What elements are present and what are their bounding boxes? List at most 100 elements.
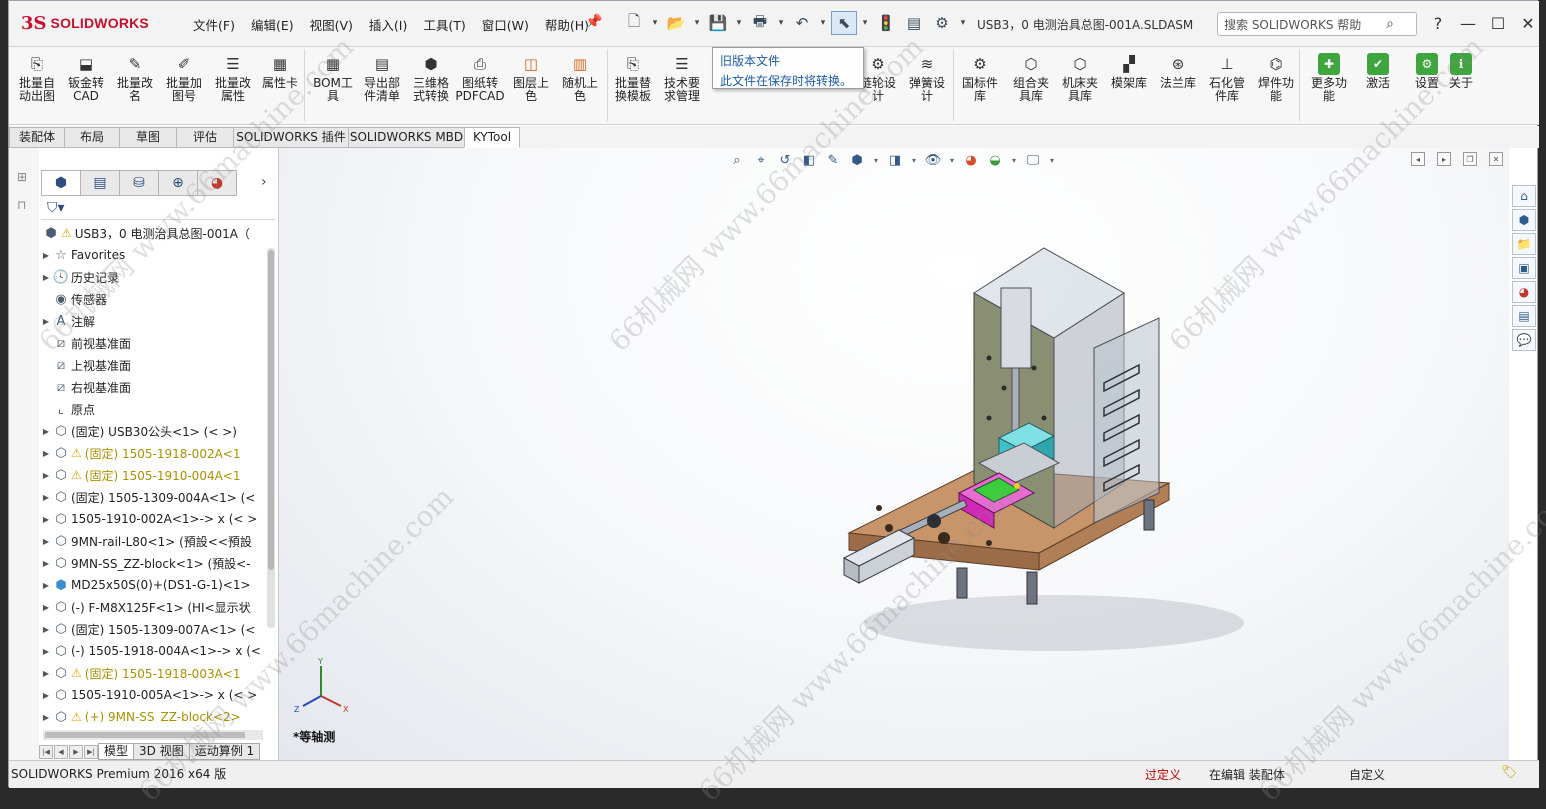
tree-node[interactable]: ▶ ⬡ 1505-1910-005A<1>-> x (< > (41, 684, 273, 706)
chevron-down-icon[interactable]: ▾ (649, 11, 661, 35)
tree-node[interactable]: ▶ ⬡ 1505-1910-002A<1>-> x (< > (41, 508, 273, 530)
expand-arrow-icon[interactable]: ▶ (41, 493, 51, 502)
ribbon-button[interactable]: ⌬ 焊件功 能 (1252, 53, 1300, 103)
ribbon-button[interactable]: ▤ 导出部 件清单 (358, 53, 406, 103)
expand-arrow-icon[interactable]: ▶ (41, 515, 51, 524)
tab-motion-study[interactable]: 运动算例 1 (188, 743, 261, 760)
ribbon-button[interactable]: ▦ BOM工 具 (309, 53, 357, 103)
command-tab[interactable]: 评估 (176, 127, 234, 148)
menu-item[interactable]: 窗口(W) (474, 15, 537, 34)
help-button[interactable]: ? (1423, 11, 1453, 35)
design-library-icon[interactable]: ⬢ (1512, 209, 1536, 231)
apply-scene-icon[interactable]: ◒ (985, 150, 1005, 170)
print-icon[interactable]: 🖶 (747, 11, 773, 35)
tree-node[interactable]: ▶ ⬡ (-) 1505-1918-004A<1>-> x (< (41, 640, 273, 662)
over-defined-status[interactable]: 过定义 (1145, 766, 1181, 783)
chevron-down-icon[interactable]: ▾ (733, 11, 745, 35)
menu-item[interactable]: 工具(T) (415, 15, 473, 34)
ribbon-button[interactable]: ⚙ 国标件 库 (956, 53, 1004, 103)
chevron-down-icon[interactable]: ▾ (871, 150, 881, 170)
expand-arrow-icon[interactable]: ▶ (41, 691, 51, 700)
collapsed-panel-icon[interactable]: ⊓ (17, 198, 26, 212)
tree-horizontal-scrollbar[interactable] (43, 730, 263, 740)
expand-arrow-icon[interactable]: ▶ (41, 471, 51, 480)
tree-node[interactable]: ▶ ⬡ 9MN-rail-L80<1> (預設<<預設 (41, 530, 273, 552)
tree-vertical-scrollbar[interactable] (267, 248, 275, 628)
ribbon-button[interactable]: ⬓ 钣金转 CAD (62, 53, 110, 103)
ribbon-button[interactable]: ☰ 批量改 属性 (209, 53, 257, 103)
save-icon[interactable]: 💾 (705, 11, 731, 35)
ribbon-button[interactable]: ⊥ 石化管 件库 (1203, 53, 1251, 103)
display-style-icon[interactable]: ◨ (885, 150, 905, 170)
command-tab[interactable]: 装配体 (9, 127, 65, 148)
expand-arrow-icon[interactable]: ▶ (41, 273, 51, 282)
tag-icon[interactable]: 🏷 (1501, 765, 1518, 780)
ribbon-button[interactable]: ⎙ 图纸转 PDFCAD (455, 53, 504, 103)
ribbon-button[interactable]: ☰ 技术要 求管理 (658, 53, 706, 103)
tree-root-assembly[interactable]: ⬢ ⚠ USB3，0 电测治具总图-001A（ (41, 222, 273, 244)
expand-arrow-icon[interactable]: ▶ (41, 317, 51, 326)
ribbon-button[interactable]: ✐ 批量加 图号 (160, 53, 208, 103)
ribbon-button[interactable]: ⎘ 批量替 换模板 (609, 53, 657, 103)
graphics-area[interactable]: ⌕ ⌖ ↺ ◧ ✎ ⬢ ▾ ◨ ▾ 👁 ▾ ◕ ◒ ▾ 🖵 ▾ ◂ ▸ ❐ ✕ (279, 148, 1509, 760)
first-tab-icon[interactable]: |◀ (39, 744, 53, 759)
tab-3d-view[interactable]: 3D 视图 (133, 743, 190, 760)
ribbon-button[interactable]: ≋ 弹簧设 计 (903, 53, 951, 103)
expand-arrow-icon[interactable]: ▶ (41, 647, 51, 656)
tree-node[interactable]: ▶ ☆ Favorites (41, 244, 273, 266)
expand-arrow-icon[interactable]: ▶ (41, 669, 51, 678)
collapsed-panel-icon[interactable]: ⊞ (17, 170, 27, 184)
chevron-down-icon[interactable]: ▾ (1009, 150, 1019, 170)
home-icon[interactable]: ⌂ (1512, 185, 1536, 207)
tree-node[interactable]: ▶ ⬡ ⚠ (+) 9MN-SS_ZZ-block<2> (41, 706, 273, 723)
tree-node[interactable]: ▶ ⬡ (固定) 1505-1309-004A<1> (< (41, 486, 273, 508)
menu-item[interactable]: 文件(F) (185, 15, 243, 34)
close-icon[interactable]: ✕ (1513, 11, 1543, 35)
tree-node[interactable]: ▶ ⬡ (-) F-M8X125F<1> (HI<显示状 (41, 596, 273, 618)
tree-node[interactable]: ▶ ⬡ ⚠ (固定) 1505-1910-004A<1 (41, 464, 273, 486)
configuration-manager-tab-icon[interactable]: ⛁ (119, 170, 159, 196)
tab-model[interactable]: 模型 (98, 743, 135, 760)
hide-show-items-icon[interactable]: 👁 (923, 150, 943, 170)
file-properties-icon[interactable]: ▤ (901, 11, 927, 35)
ribbon-button[interactable]: ▦ 属性卡 (256, 53, 304, 90)
custom-properties-icon[interactable]: ▤ (1512, 305, 1536, 327)
ribbon-button[interactable]: ⬡ 机床夹 具库 (1056, 53, 1104, 103)
dynamic-annotation-icon[interactable]: ✎ (823, 150, 843, 170)
ribbon-button[interactable]: ✚ 更多功 能 (1305, 53, 1353, 103)
expand-arrow-icon[interactable]: ▶ (41, 537, 51, 546)
ribbon-button[interactable]: ⊛ 法兰库 (1154, 53, 1202, 90)
chevron-right-icon[interactable]: › (261, 174, 267, 190)
expand-arrow-icon[interactable]: ▶ (41, 449, 51, 458)
tree-node[interactable]: ⌞ 原点 (41, 398, 273, 420)
expand-arrow-icon[interactable]: ▶ (41, 559, 51, 568)
expand-arrow-icon[interactable]: ▶ (41, 713, 51, 722)
scrollbar-thumb[interactable] (268, 250, 274, 570)
expand-arrow-icon[interactable]: ▶ (41, 603, 51, 612)
last-tab-icon[interactable]: ▶| (84, 744, 98, 759)
select-cursor-icon[interactable]: ⬉ (831, 11, 857, 35)
tree-node[interactable]: ▶ ⬢ MD25x50S(0)+(DS1-G-1)<1> (41, 574, 273, 596)
minimize-icon[interactable]: — (1453, 11, 1483, 35)
display-manager-tab-icon[interactable]: ◕ (197, 170, 237, 196)
command-tab[interactable]: KYTool (464, 127, 520, 148)
ribbon-button[interactable]: ℹ 关于 (1437, 53, 1485, 90)
help-search-input[interactable]: 搜索 SOLIDWORKS 帮助 ⌕ (1217, 12, 1417, 36)
rebuild-traffic-light-icon[interactable]: 🚦 (873, 11, 899, 35)
tree-node[interactable]: ▶ ⬡ 9MN-SS_ZZ-block<1> (預設<- (41, 552, 273, 574)
section-view-icon[interactable]: ◧ (799, 150, 819, 170)
property-manager-tab-icon[interactable]: ▤ (80, 170, 120, 196)
chevron-down-icon[interactable]: ▾ (947, 150, 957, 170)
expand-arrow-icon[interactable]: ▶ (41, 251, 51, 260)
tree-node[interactable]: ▶ ⬡ (固定) USB30公头<1> (< >) (41, 420, 273, 442)
chevron-down-icon[interactable]: ▾ (817, 11, 829, 35)
view-palette-icon[interactable]: ▣ (1512, 257, 1536, 279)
expand-arrow-icon[interactable]: ▶ (41, 427, 51, 436)
file-explorer-icon[interactable]: 📁 (1512, 233, 1536, 255)
open-folder-icon[interactable]: 📂 (663, 11, 689, 35)
chevron-down-icon[interactable]: ▾ (957, 11, 969, 35)
forum-icon[interactable]: 💬 (1512, 329, 1536, 351)
options-gear-icon[interactable]: ⚙ (929, 11, 955, 35)
menu-item[interactable]: 视图(V) (302, 15, 361, 34)
expand-arrow-icon[interactable]: ▶ (41, 625, 51, 634)
